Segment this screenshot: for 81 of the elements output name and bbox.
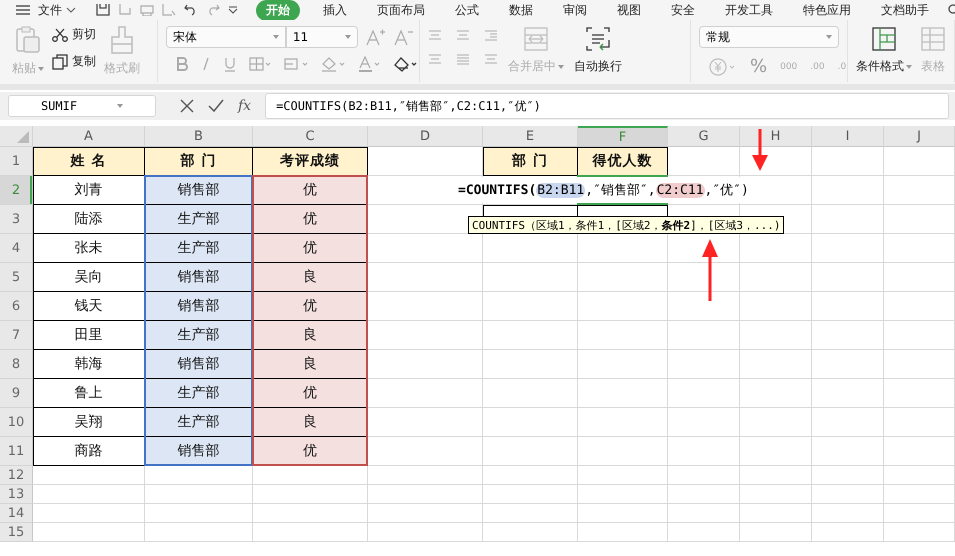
ribbon-tab[interactable]: 特色应用 xyxy=(799,0,855,20)
column-header[interactable]: C xyxy=(253,126,368,147)
row-header[interactable]: 5 xyxy=(0,263,33,292)
row-header[interactable]: 3 xyxy=(0,205,33,234)
row-header[interactable]: 13 xyxy=(0,485,33,504)
table-cell: 吴翔 xyxy=(33,408,145,437)
table-cell: 优 xyxy=(253,176,368,205)
table-cell: 销售部 xyxy=(145,292,253,321)
number-format-select[interactable]: 常规 xyxy=(699,26,839,48)
row-header[interactable]: 10 xyxy=(0,408,33,437)
table-cell: 优 xyxy=(253,437,368,466)
table-cell: 田里 xyxy=(33,321,145,350)
table-cell: 良 xyxy=(253,263,368,292)
table-cell: 张未 xyxy=(33,234,145,263)
table-cell: 吴向 xyxy=(33,263,145,292)
ribbon-tab[interactable]: 插入 xyxy=(319,0,351,20)
wrap-text-button[interactable]: 自动换行 xyxy=(574,58,622,75)
table-cell: 优 xyxy=(253,234,368,263)
cut-button[interactable]: 剪切 xyxy=(72,26,96,43)
function-button[interactable]: fx xyxy=(238,98,252,114)
ribbon-tab[interactable]: 文档助手 xyxy=(877,0,933,20)
row-header[interactable]: 6 xyxy=(0,292,33,321)
ribbon-tab[interactable]: 安全 xyxy=(667,0,699,20)
font-select[interactable]: 宋体 xyxy=(166,26,286,48)
row-header[interactable]: 1 xyxy=(0,147,33,176)
ribbon-tab[interactable]: 数据 xyxy=(505,0,537,20)
column-header[interactable]: A xyxy=(33,126,145,147)
table-cell: 钱天 xyxy=(33,292,145,321)
table-cell: 销售部 xyxy=(145,263,253,292)
table-cell: 商路 xyxy=(33,437,145,466)
table-cell: 销售部 xyxy=(145,176,253,205)
column-header[interactable]: E xyxy=(483,126,578,147)
table-cell: 鲁上 xyxy=(33,379,145,408)
ribbon-tab[interactable]: 开发工具 xyxy=(721,0,777,20)
row-header[interactable]: 7 xyxy=(0,321,33,350)
row-header[interactable]: 9 xyxy=(0,379,33,408)
table-cell: 良 xyxy=(253,408,368,437)
table-cell: 刘青 xyxy=(33,176,145,205)
table-cell: 陆添 xyxy=(33,205,145,234)
column-header[interactable]: B xyxy=(145,126,253,147)
table-cell: 良 xyxy=(253,350,368,379)
ribbon-tab[interactable]: 视图 xyxy=(613,0,645,20)
table-cell: 优 xyxy=(253,205,368,234)
row-header[interactable]: 4 xyxy=(0,234,33,263)
table-cell: 优 xyxy=(253,292,368,321)
row-header[interactable]: 11 xyxy=(0,437,33,466)
ribbon-tab[interactable]: 开始 xyxy=(256,0,300,20)
header-cell: 部 门 xyxy=(483,147,578,176)
copy-button[interactable]: 复制 xyxy=(72,53,96,70)
table-cell: 生产部 xyxy=(145,234,253,263)
file-menu[interactable]: 文件 xyxy=(38,2,62,18)
conditional-format-button[interactable]: 条件格式 xyxy=(856,58,912,75)
row-header[interactable]: 12 xyxy=(0,466,33,485)
table-cell: 生产部 xyxy=(145,205,253,234)
table-cell: 生产部 xyxy=(145,379,253,408)
header-cell: 得优人数 xyxy=(578,147,668,176)
font-size-select[interactable]: 11 xyxy=(286,26,358,48)
table-cell: 良 xyxy=(253,321,368,350)
header-cell: 部 门 xyxy=(145,147,253,176)
table-cell: 优 xyxy=(253,379,368,408)
table-cell: 生产部 xyxy=(145,408,253,437)
row-header[interactable]: 14 xyxy=(0,504,33,523)
row-header[interactable]: 8 xyxy=(0,350,33,379)
table-cell: 销售部 xyxy=(145,350,253,379)
column-header[interactable]: I xyxy=(812,126,884,147)
table-cell: 销售部 xyxy=(145,437,253,466)
column-header[interactable]: G xyxy=(668,126,740,147)
row-header[interactable]: 15 xyxy=(0,523,33,542)
column-header[interactable]: H xyxy=(740,126,812,147)
ribbon-tab[interactable]: 页面布局 xyxy=(373,0,429,20)
table-cell: 韩海 xyxy=(33,350,145,379)
ribbon-tab[interactable]: 审阅 xyxy=(559,0,591,20)
header-cell: 考评成绩 xyxy=(253,147,368,176)
table-cell: 生产部 xyxy=(145,321,253,350)
function-tooltip: COUNTIFS（区域1，条件1，[区域2，条件2]，[区域3，...) xyxy=(468,216,784,234)
header-cell: 姓 名 xyxy=(33,147,145,176)
column-header[interactable]: D xyxy=(368,126,483,147)
ribbon-tab[interactable]: 公式 xyxy=(451,0,483,20)
formula-input[interactable]: =COUNTIFS(B2:B11,″销售部″,C2:C11,″优″) xyxy=(265,93,949,119)
name-box[interactable]: SUMIF xyxy=(8,95,156,117)
column-header[interactable]: J xyxy=(884,126,955,147)
